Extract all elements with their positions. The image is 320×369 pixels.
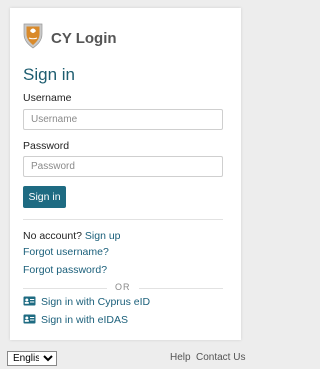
cyprus-eid-row[interactable]: Sign in with Cyprus eID xyxy=(23,293,150,311)
id-card-icon xyxy=(23,293,36,311)
sign-up-link[interactable]: Sign up xyxy=(85,230,121,242)
id-card-icon xyxy=(23,311,36,329)
login-card: CY Login Sign in Username Password Sign … xyxy=(10,8,241,340)
sign-in-eidas-link[interactable]: Sign in with eIDAS xyxy=(41,314,128,326)
language-select[interactable]: English xyxy=(7,351,57,366)
help-link[interactable]: Help xyxy=(170,352,191,363)
password-label: Password xyxy=(23,140,70,152)
username-label: Username xyxy=(23,92,72,104)
eidas-row[interactable]: Sign in with eIDAS xyxy=(23,311,128,329)
no-account-text: No account? xyxy=(23,230,82,242)
password-input[interactable] xyxy=(23,156,223,177)
no-account-row: No account? Sign up xyxy=(23,230,121,242)
brand: CY Login xyxy=(22,22,117,54)
sign-in-button[interactable]: Sign in xyxy=(23,186,66,208)
page-title: Sign in xyxy=(23,65,75,84)
cyprus-coat-of-arms-icon xyxy=(22,22,44,54)
forgot-password-link[interactable]: Forgot password? xyxy=(23,264,107,276)
contact-us-link[interactable]: Contact Us xyxy=(196,352,245,363)
or-divider-right xyxy=(139,288,223,289)
sign-in-cyprus-eid-link[interactable]: Sign in with Cyprus eID xyxy=(41,296,150,308)
or-separator: OR xyxy=(115,282,131,292)
or-divider-left xyxy=(23,288,107,289)
username-input[interactable] xyxy=(23,109,223,130)
forgot-username-link[interactable]: Forgot username? xyxy=(23,246,109,258)
app-title: CY Login xyxy=(51,29,117,47)
divider xyxy=(23,219,223,220)
